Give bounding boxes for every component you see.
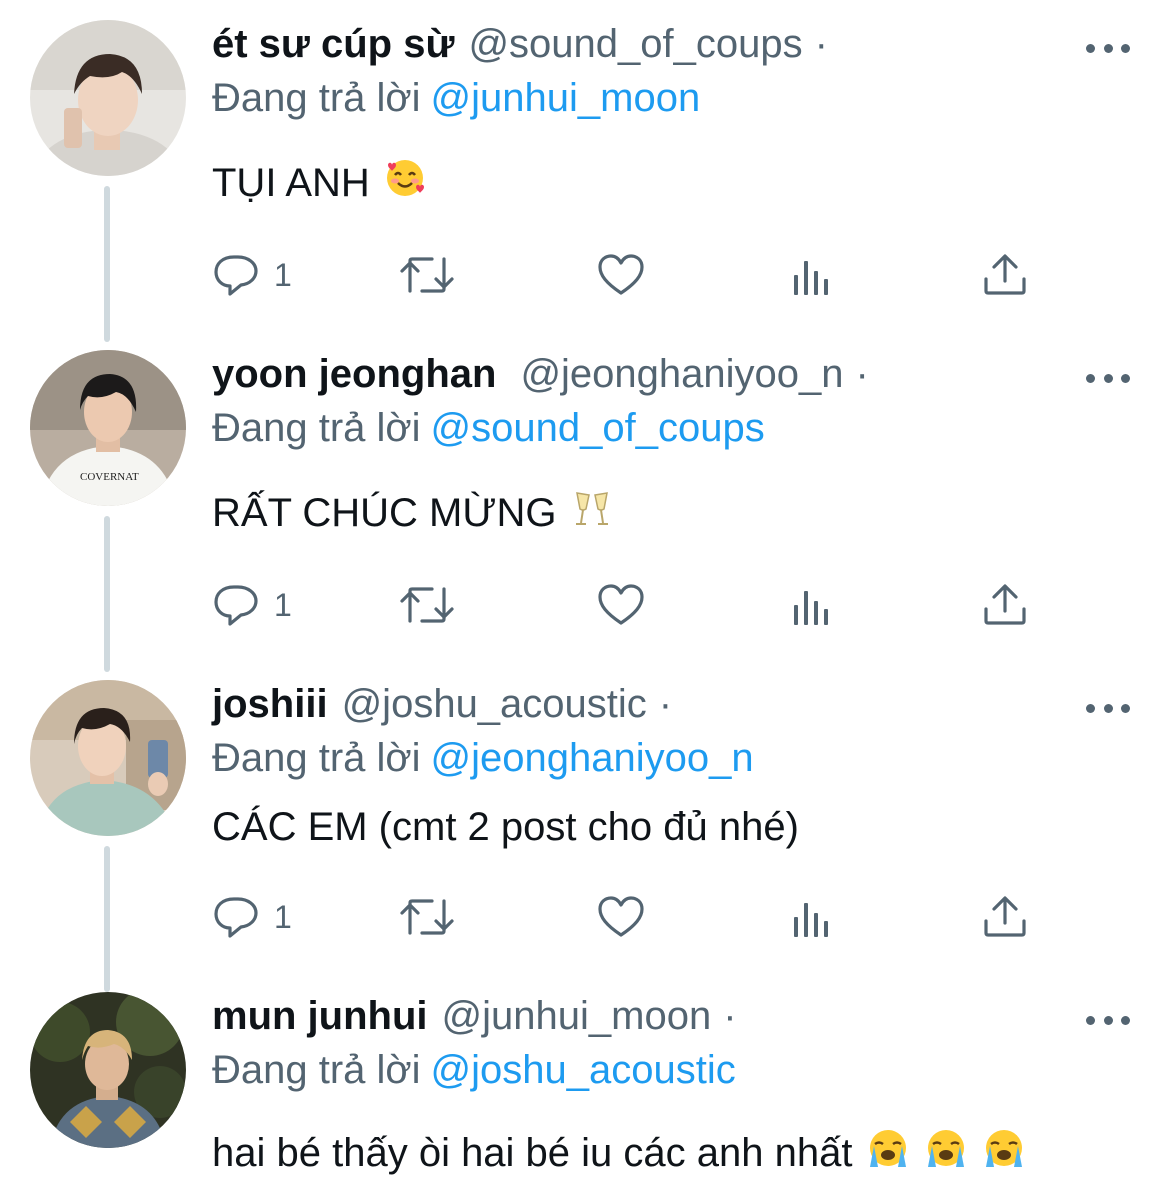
more-options-icon[interactable] [1086,1012,1130,1028]
reply-button[interactable]: 1 [212,250,292,300]
svg-text:COVERNAT: COVERNAT [80,471,139,483]
tweet[interactable]: joshiii @joshu_acoustic · Đang trả lời @j… [0,660,1170,980]
separator-dot: · [855,352,869,396]
tweet-text-body: hai bé thấy òi hai bé iu các anh nhất [212,1130,853,1175]
tweet-text-body: CÁC EM (cmt 2 post cho đủ nhé) [212,804,799,849]
tweet-text-body: TỤI ANH [212,160,370,205]
retweet-icon [400,899,454,935]
replying-prefix: Đang trả lời [212,76,421,120]
tweet-text: hai bé thấy òi hai bé iu các anh nhất [212,1130,1026,1176]
reply-icon [214,255,258,296]
tweet[interactable]: ét sư cúp sừ @sound_of_coups · Đang trả … [0,0,1170,330]
replying-to: Đang trả lời @jeonghaniyoo_n [212,736,754,781]
share-button[interactable] [982,892,1028,942]
replying-mention-link[interactable]: @junhui_moon [431,76,701,120]
views-icon [794,903,828,937]
avatar[interactable] [30,992,186,1148]
like-button[interactable] [596,892,646,942]
tweet-text-body: RẤT CHÚC MỪNG [212,490,557,535]
loudly-crying-face-icon [982,1127,1026,1179]
display-name[interactable]: mun junhui [212,994,428,1039]
share-button[interactable] [982,580,1028,630]
replying-prefix: Đang trả lời [212,736,421,780]
reply-icon [214,585,258,626]
display-name[interactable]: joshiii [212,682,328,727]
replying-to: Đang trả lời @junhui_moon [212,76,700,121]
share-icon [984,254,1026,295]
retweet-icon [400,257,454,293]
tweet-header: mun junhui @junhui_moon · [212,994,737,1046]
like-icon [598,584,644,625]
more-options-icon[interactable] [1086,40,1130,56]
avatar[interactable] [30,680,186,836]
like-button[interactable] [596,250,646,300]
reply-icon [214,897,258,938]
views-icon [794,591,828,625]
separator-dot: · [814,22,828,66]
retweet-button[interactable] [398,250,456,300]
more-options-icon[interactable] [1086,700,1130,716]
separator-dot: · [658,682,673,726]
tweet-header: joshiii @joshu_acoustic · [212,682,672,734]
loudly-crying-face-icon [866,1127,910,1179]
display-name[interactable]: ét sư cúp sừ [212,22,454,67]
views-icon [794,261,828,295]
tweet-text: TỤI ANH [212,160,426,206]
views-button[interactable] [790,250,834,300]
replying-to: Đang trả lời @joshu_acoustic [212,1048,736,1093]
tweet-text: CÁC EM (cmt 2 post cho đủ nhé) [212,804,799,850]
share-icon [984,896,1026,937]
replying-mention-link[interactable]: @sound_of_coups [431,406,765,450]
replying-prefix: Đang trả lời [212,1048,421,1092]
tweet-text: RẤT CHÚC MỪNG [212,490,613,536]
avatar[interactable]: COVERNAT [30,350,186,506]
reply-button[interactable]: 1 [212,892,292,942]
clinking-glasses-icon [571,487,613,539]
loudly-crying-face-icon [924,1127,968,1179]
tweet-header: ét sư cúp sừ @sound_of_coups · [212,22,828,74]
like-icon [598,254,644,295]
replying-to: Đang trả lời @sound_of_coups [212,406,765,451]
retweet-button[interactable] [398,580,456,630]
reply-button[interactable]: 1 [212,580,292,630]
avatar[interactable] [30,20,186,176]
username[interactable]: @joshu_acoustic [342,682,647,727]
tweet-header: yoon jeonghan @jeonghaniyoo_n · [212,352,869,404]
retweet-icon [400,587,454,623]
replying-mention-link[interactable]: @jeonghaniyoo_n [431,736,754,780]
share-icon [984,584,1026,625]
username[interactable]: @junhui_moon [442,994,712,1039]
like-button[interactable] [596,580,646,630]
separator-dot: · [723,994,737,1038]
tweet[interactable]: COVERNAT yoon jeonghan @jeonghaniyoo_n ·… [0,330,1170,660]
like-icon [598,896,644,937]
reply-count: 1 [274,256,292,293]
smiling-face-with-hearts-icon [384,157,426,209]
more-options-icon[interactable] [1086,370,1130,386]
display-name[interactable]: yoon jeonghan [212,352,496,397]
views-button[interactable] [790,892,834,942]
replying-mention-link[interactable]: @joshu_acoustic [431,1048,736,1092]
share-button[interactable] [982,250,1028,300]
tweet[interactable]: mun junhui @junhui_moon · Đang trả lời @j… [0,972,1170,1194]
username[interactable]: @jeonghaniyoo_n [520,352,843,397]
reply-count: 1 [274,586,292,623]
reply-count: 1 [274,898,292,935]
replying-prefix: Đang trả lời [212,406,421,450]
views-button[interactable] [790,580,834,630]
retweet-button[interactable] [398,892,456,942]
username[interactable]: @sound_of_coups [468,22,802,67]
